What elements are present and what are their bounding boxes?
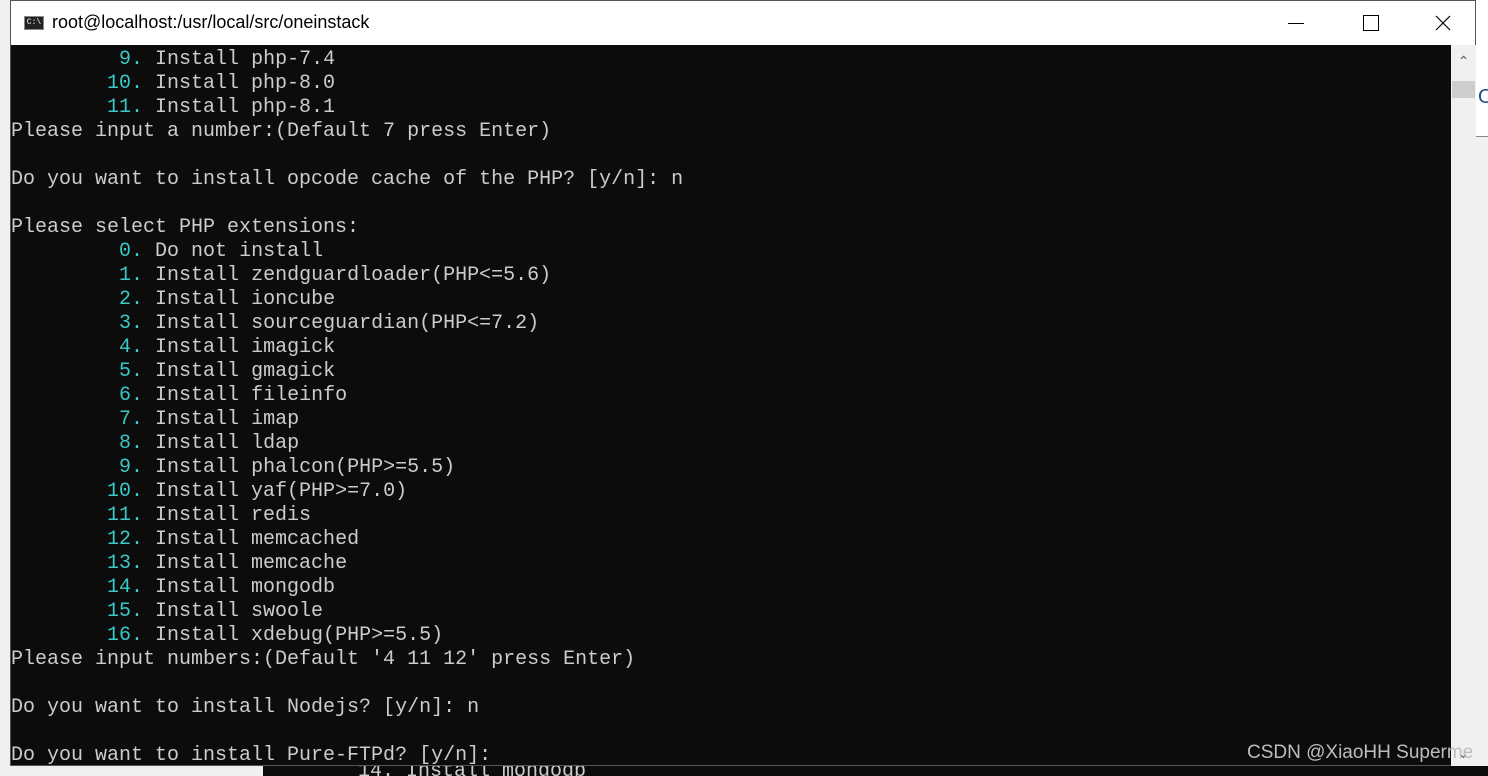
option-number: 2. [119,288,144,311]
line-text: Please input numbers:(Default '4 11 12' … [11,648,636,671]
line-text: Do you want to install Nodejs? [y/n]: n [11,696,480,719]
terminal-line: 11. Install redis [11,504,1451,528]
terminal-line: 14. Install mongodb [11,576,1451,600]
line-text: Install imagick [143,336,336,359]
terminal-line: 16. Install xdebug(PHP>=5.5) [11,624,1451,648]
line-text: Install fileinfo [143,384,348,407]
terminal-line: 10. Install yaf(PHP>=7.0) [11,480,1451,504]
close-button[interactable] [1408,1,1478,45]
option-number: 9. [119,456,144,479]
minimize-button[interactable] [1261,1,1331,45]
line-text: Install yaf(PHP>=7.0) [143,480,408,503]
terminal-line: Do you want to install opcode cache of t… [11,168,1451,192]
line-text: Install php-8.0 [143,72,336,95]
option-number: 11. [107,96,144,119]
terminal-line: 13. Install memcache [11,552,1451,576]
terminal-output[interactable]: 9. Install php-7.4 10. Install php-8.0 1… [11,45,1451,766]
maximize-icon [1363,15,1379,31]
maximize-button[interactable] [1336,1,1406,45]
watermark: CSDN @XiaoHH Superme [1247,742,1474,763]
background-text: O [1478,86,1488,108]
terminal-line: 7. Install imap [11,408,1451,432]
option-number: 12. [107,528,144,551]
terminal-line: 9. Install php-7.4 [11,48,1451,72]
terminal-line: 15. Install swoole [11,600,1451,624]
option-number: 0. [119,240,144,263]
line-text: Please input a number:(Default 7 press E… [11,120,552,143]
console-icon[interactable]: C:\ [24,16,44,30]
terminal-line: 1. Install zendguardloader(PHP<=5.6) [11,264,1451,288]
option-number: 7. [119,408,144,431]
line-text: Install swoole [143,600,324,623]
line-text: Do you want to install Pure-FTPd? [y/n]: [11,744,492,766]
line-text: Install memcached [143,528,360,551]
terminal-line: 5. Install gmagick [11,360,1451,384]
option-number: 1. [119,264,144,287]
line-text: Install phalcon(PHP>=5.5) [143,456,456,479]
option-number: 16. [107,624,144,647]
line-text: Do you want to install opcode cache of t… [11,168,684,191]
option-number: 15. [107,600,144,623]
line-text: Install sourceguardian(PHP<=7.2) [143,312,540,335]
terminal-line: 6. Install fileinfo [11,384,1451,408]
terminal-line: 8. Install ldap [11,432,1451,456]
title-bar[interactable]: C:\ root@localhost:/usr/local/src/oneins… [11,1,1475,45]
terminal-line: 12. Install memcached [11,528,1451,552]
option-number: 13. [107,552,144,575]
line-text: Install zendguardloader(PHP<=5.6) [143,264,552,287]
line-text: Install xdebug(PHP>=5.5) [143,624,444,647]
option-number: 9. [119,48,144,71]
terminal-line: Please input a number:(Default 7 press E… [11,120,1451,144]
terminal-line: 11. Install php-8.1 [11,96,1451,120]
line-text: Install ioncube [143,288,336,311]
vertical-scrollbar[interactable]: ⌃ ⌄ [1451,45,1476,766]
line-text: Install memcache [143,552,348,575]
option-number: 5. [119,360,144,383]
terminal-line: 10. Install php-8.0 [11,72,1451,96]
terminal-line: Do you want to install Pure-FTPd? [y/n]: [11,744,1451,766]
terminal-line: 2. Install ioncube [11,288,1451,312]
option-number: 14. [107,576,144,599]
option-number: 10. [107,72,144,95]
window-title: root@localhost:/usr/local/src/oneinstack [52,12,370,32]
line-text: Install gmagick [143,360,336,383]
option-number: 3. [119,312,144,335]
line-text: Install ldap [143,432,300,455]
terminal-line: 9. Install phalcon(PHP>=5.5) [11,456,1451,480]
scroll-thumb[interactable] [1452,81,1475,98]
terminal-line: 4. Install imagick [11,336,1451,360]
option-number: 4. [119,336,144,359]
line-text: Install imap [143,408,300,431]
terminal-line: 0. Do not install [11,240,1451,264]
line-text: Install redis [143,504,312,527]
option-number: 8. [119,432,144,455]
close-icon [1435,15,1451,31]
background-terminal-text: 14. Install mongodb [358,766,586,776]
line-text: Install mongodb [143,576,336,599]
line-text: Please select PHP extensions: [11,216,360,239]
option-number: 11. [107,504,144,527]
terminal-line: Do you want to install Nodejs? [y/n]: n [11,696,1451,720]
line-text: Install php-7.4 [143,48,336,71]
option-number: 6. [119,384,144,407]
line-text: Do not install [143,240,324,263]
terminal-line: 3. Install sourceguardian(PHP<=7.2) [11,312,1451,336]
option-number: 10. [107,480,144,503]
console-window: C:\ root@localhost:/usr/local/src/oneins… [10,0,1476,766]
line-text: Install php-8.1 [143,96,336,119]
scroll-up-icon[interactable]: ⌃ [1451,53,1476,70]
terminal-line: Please select PHP extensions: [11,216,1451,240]
minimize-icon [1288,22,1304,24]
terminal-line: Please input numbers:(Default '4 11 12' … [11,648,1451,672]
background-terminal: 14. Install mongodb [263,766,1488,776]
